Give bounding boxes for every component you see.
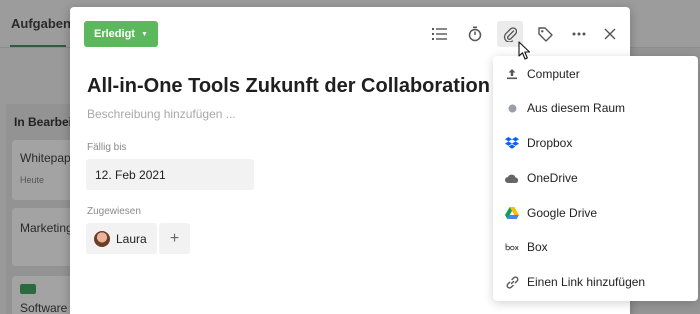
upload-icon — [505, 67, 519, 81]
dropbox-icon — [505, 136, 519, 150]
background-card-subtitle: Heute — [20, 175, 45, 185]
menu-item-box[interactable]: Box — [493, 232, 698, 262]
close-icon — [604, 28, 616, 40]
background-tab-aufgaben: Aufgaben — [11, 16, 71, 31]
dot-icon — [505, 101, 519, 115]
background-column-title: In Bearbei — [14, 115, 73, 129]
active-tab-indicator — [10, 45, 66, 47]
checklist-button[interactable] — [427, 21, 453, 47]
assignee-chip[interactable]: Laura — [86, 223, 157, 254]
menu-item-label: Google Drive — [527, 206, 598, 220]
tag-button[interactable] — [532, 21, 558, 47]
menu-item-label: OneDrive — [527, 171, 578, 185]
timer-button[interactable] — [462, 21, 488, 47]
onedrive-icon — [505, 171, 519, 185]
menu-item-dropbox[interactable]: Dropbox — [493, 128, 698, 158]
assignee-name: Laura — [116, 231, 147, 246]
checklist-icon — [432, 28, 447, 40]
tag-icon — [537, 26, 553, 42]
assigned-label: Zugewiesen — [87, 206, 141, 217]
task-toolbar — [70, 21, 630, 47]
google-drive-icon — [505, 206, 519, 220]
menu-item-computer[interactable]: Computer — [493, 59, 698, 89]
more-button[interactable] — [566, 21, 592, 47]
due-date-label: Fällig bis — [87, 142, 127, 153]
menu-item-label: Dropbox — [527, 136, 573, 150]
close-button[interactable] — [597, 21, 623, 47]
box-icon — [505, 240, 519, 254]
background-card: Software — [12, 276, 74, 314]
task-title[interactable]: All-in-One Tools Zukunft der Collaborati… — [87, 75, 490, 98]
avatar — [94, 230, 110, 247]
background-card: Marketing — [12, 208, 74, 266]
add-assignee-button[interactable]: + — [159, 223, 190, 254]
link-icon — [505, 275, 519, 289]
attachment-menu: Computer Aus diesem Raum Dropbox OneDriv… — [493, 56, 698, 301]
menu-item-label: Computer — [527, 67, 580, 81]
more-icon — [572, 32, 586, 36]
menu-item-aus-diesem-raum[interactable]: Aus diesem Raum — [493, 93, 698, 123]
mouse-cursor-icon — [518, 41, 531, 60]
menu-item-link[interactable]: Einen Link hinzufügen — [493, 267, 698, 297]
background-card: Whitepap Heute — [12, 140, 74, 200]
background-card-title: Whitepap — [20, 151, 71, 165]
background-card-tag — [20, 284, 36, 294]
background-card-title: Software — [20, 301, 68, 314]
background-card-title: Marketing — [20, 221, 73, 235]
menu-item-label: Box — [527, 240, 548, 254]
description-field[interactable]: Beschreibung hinzufügen ... — [87, 107, 236, 121]
timer-icon — [468, 26, 482, 42]
paperclip-icon — [503, 27, 517, 42]
menu-item-label: Aus diesem Raum — [527, 101, 626, 115]
menu-item-google-drive[interactable]: Google Drive — [493, 198, 698, 228]
due-date-field[interactable]: 12. Feb 2021 — [86, 159, 254, 190]
menu-item-label: Einen Link hinzufügen — [527, 275, 646, 289]
menu-item-onedrive[interactable]: OneDrive — [493, 163, 698, 193]
